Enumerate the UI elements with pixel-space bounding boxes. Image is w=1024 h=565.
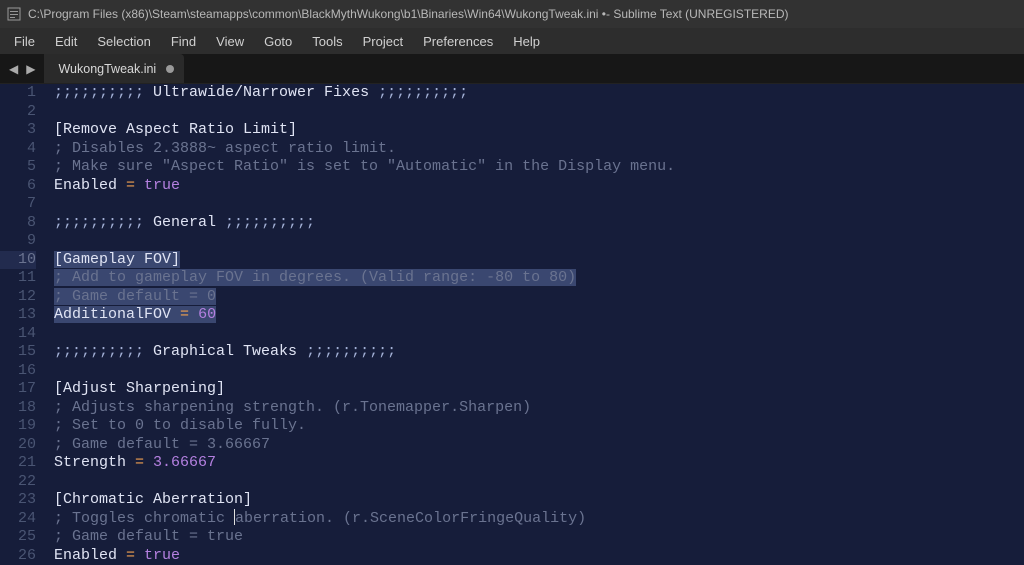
tab-dirty-indicator-icon <box>166 65 174 73</box>
code-line[interactable]: ;;;;;;;;;; General ;;;;;;;;;; <box>54 214 1024 233</box>
code-area[interactable]: ;;;;;;;;;; Ultrawide/Narrower Fixes ;;;;… <box>44 84 1024 565</box>
code-line[interactable]: ; Game default = true <box>54 528 1024 547</box>
window-titlebar: C:\Program Files (x86)\Steam\steamapps\c… <box>0 0 1024 28</box>
menu-tools[interactable]: Tools <box>302 30 352 53</box>
code-line[interactable]: ;;;;;;;;;; Ultrawide/Narrower Fixes ;;;;… <box>54 84 1024 103</box>
code-line[interactable]: ;;;;;;;;;; Graphical Tweaks ;;;;;;;;;; <box>54 343 1024 362</box>
line-number: 12 <box>0 288 36 307</box>
line-number: 2 <box>0 103 36 122</box>
tab-label: WukongTweak.ini <box>58 62 156 76</box>
line-number: 8 <box>0 214 36 233</box>
code-line[interactable] <box>54 362 1024 381</box>
line-number: 24 <box>0 510 36 529</box>
tab-bar: ◀ ▶ WukongTweak.ini <box>0 54 1024 84</box>
line-number: 7 <box>0 195 36 214</box>
code-line[interactable] <box>54 325 1024 344</box>
code-line[interactable]: [Remove Aspect Ratio Limit] <box>54 121 1024 140</box>
menu-file[interactable]: File <box>4 30 45 53</box>
line-number: 1 <box>0 84 36 103</box>
editor[interactable]: 1234567891011121314151617181920212223242… <box>0 84 1024 565</box>
menu-project[interactable]: Project <box>353 30 413 53</box>
line-number: 20 <box>0 436 36 455</box>
line-number: 14 <box>0 325 36 344</box>
code-line[interactable]: ; Game default = 0 <box>54 288 1024 307</box>
menubar: FileEditSelectionFindViewGotoToolsProjec… <box>0 28 1024 54</box>
code-line[interactable] <box>54 103 1024 122</box>
menu-edit[interactable]: Edit <box>45 30 87 53</box>
line-number: 16 <box>0 362 36 381</box>
line-number: 18 <box>0 399 36 418</box>
code-line[interactable]: ; Game default = 3.66667 <box>54 436 1024 455</box>
line-number: 21 <box>0 454 36 473</box>
tab-nav: ◀ ▶ <box>0 54 44 83</box>
text-cursor <box>234 509 235 525</box>
code-line[interactable]: [Gameplay FOV] <box>54 251 1024 270</box>
window-title-app: - Sublime Text (UNREGISTERED) <box>606 7 788 21</box>
line-number: 17 <box>0 380 36 399</box>
code-line[interactable]: ; Make sure "Aspect Ratio" is set to "Au… <box>54 158 1024 177</box>
menu-find[interactable]: Find <box>161 30 206 53</box>
code-line[interactable]: AdditionalFOV = 60 <box>54 306 1024 325</box>
line-number: 19 <box>0 417 36 436</box>
line-number: 6 <box>0 177 36 196</box>
tab-history-forward-icon[interactable]: ▶ <box>23 60 38 78</box>
line-number: 23 <box>0 491 36 510</box>
line-number: 26 <box>0 547 36 565</box>
menu-goto[interactable]: Goto <box>254 30 302 53</box>
line-number: 22 <box>0 473 36 492</box>
line-number: 25 <box>0 528 36 547</box>
code-line[interactable]: Enabled = true <box>54 177 1024 196</box>
line-number: 11 <box>0 269 36 288</box>
line-number: 5 <box>0 158 36 177</box>
code-line[interactable]: Strength = 3.66667 <box>54 454 1024 473</box>
line-number: 10 <box>0 251 36 270</box>
line-number: 3 <box>0 121 36 140</box>
app-icon <box>6 6 22 22</box>
line-number: 9 <box>0 232 36 251</box>
code-line[interactable] <box>54 195 1024 214</box>
code-line[interactable]: ; Set to 0 to disable fully. <box>54 417 1024 436</box>
code-line[interactable]: ; Disables 2.3888~ aspect ratio limit. <box>54 140 1024 159</box>
code-line[interactable]: [Chromatic Aberration] <box>54 491 1024 510</box>
line-number: 4 <box>0 140 36 159</box>
line-number: 13 <box>0 306 36 325</box>
code-line[interactable]: ; Toggles chromatic aberration. (r.Scene… <box>54 510 1024 529</box>
tab-history-back-icon[interactable]: ◀ <box>6 60 21 78</box>
code-line[interactable]: ; Add to gameplay FOV in degrees. (Valid… <box>54 269 1024 288</box>
gutter: 1234567891011121314151617181920212223242… <box>0 84 44 565</box>
menu-help[interactable]: Help <box>503 30 550 53</box>
tab-wukongtweak[interactable]: WukongTweak.ini <box>44 54 184 83</box>
menu-preferences[interactable]: Preferences <box>413 30 503 53</box>
menu-view[interactable]: View <box>206 30 254 53</box>
code-line[interactable]: ; Adjusts sharpening strength. (r.Tonema… <box>54 399 1024 418</box>
code-line[interactable] <box>54 473 1024 492</box>
window-title-path: C:\Program Files (x86)\Steam\steamapps\c… <box>28 7 606 21</box>
menu-selection[interactable]: Selection <box>87 30 160 53</box>
code-line[interactable] <box>54 232 1024 251</box>
code-line[interactable]: Enabled = true <box>54 547 1024 565</box>
code-line[interactable]: [Adjust Sharpening] <box>54 380 1024 399</box>
line-number: 15 <box>0 343 36 362</box>
